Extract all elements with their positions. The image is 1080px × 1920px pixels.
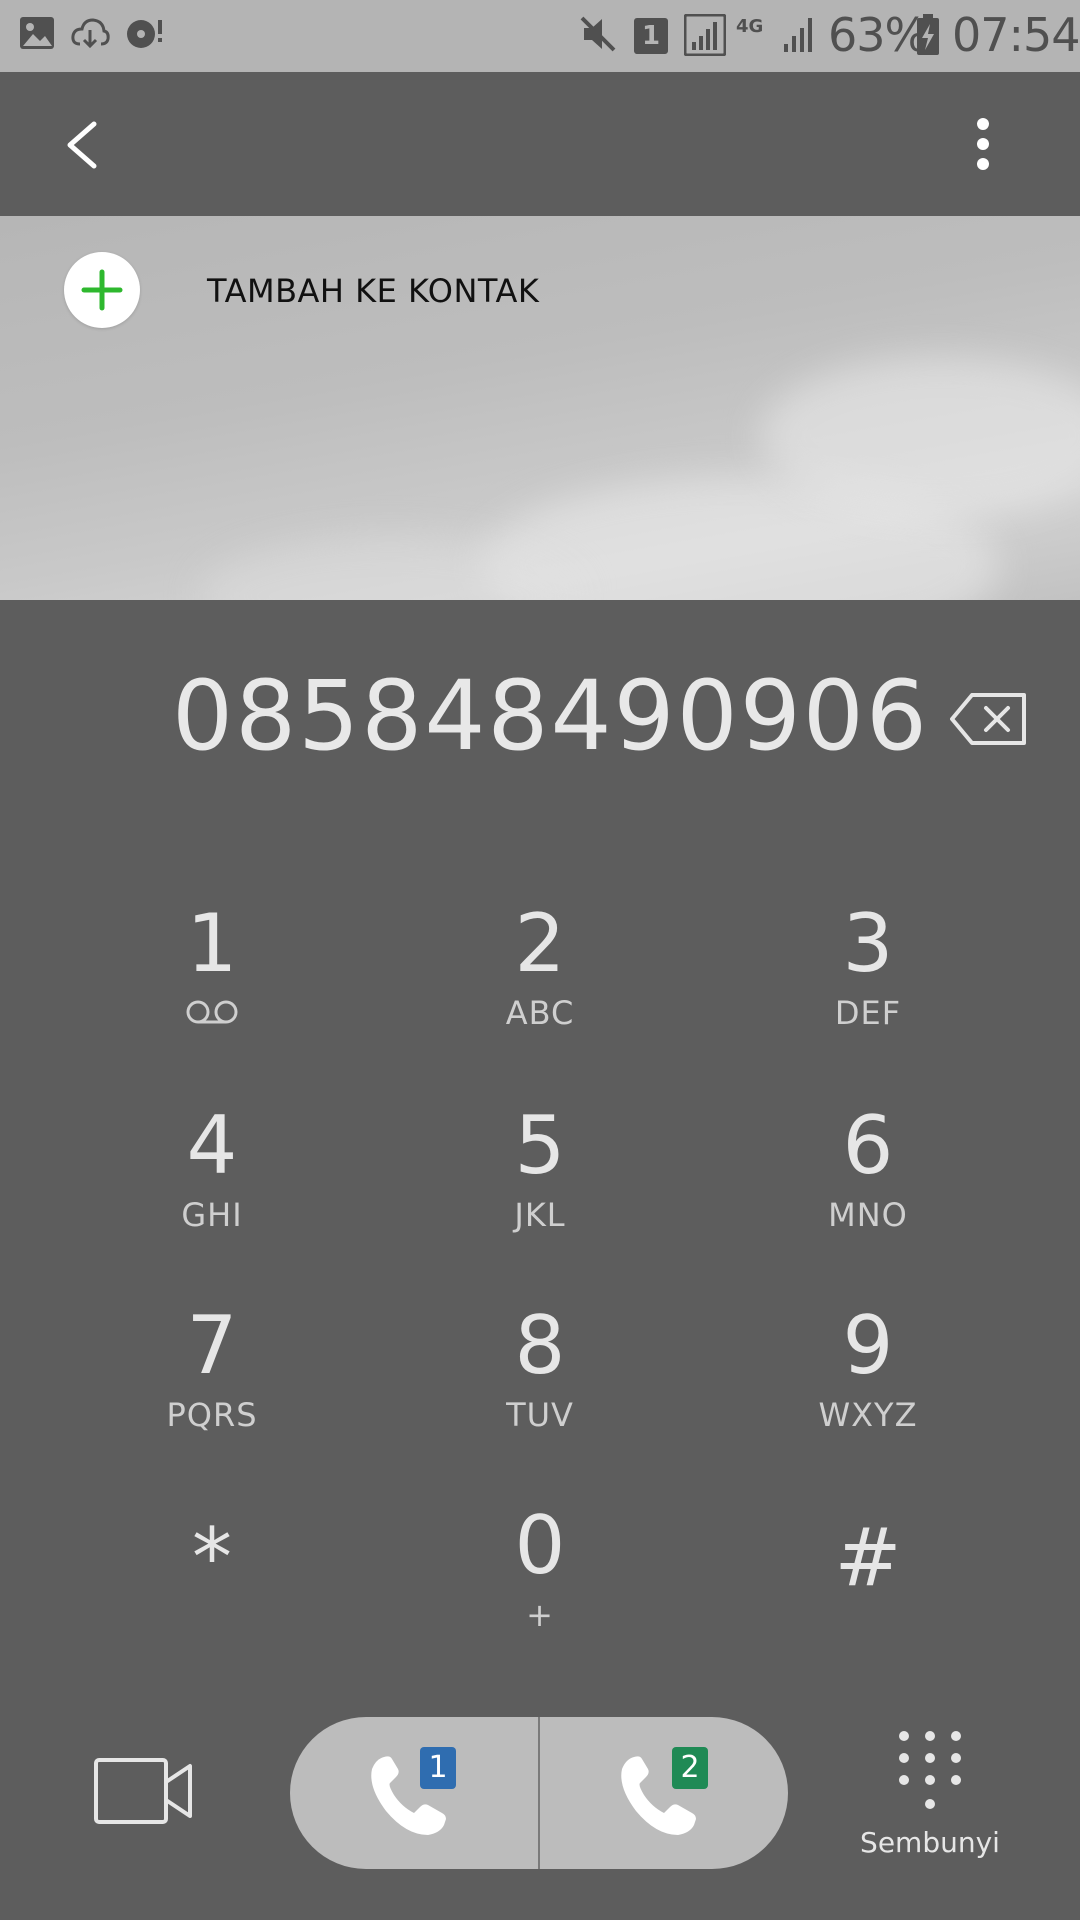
gallery-icon	[18, 14, 56, 56]
sim2-badge: 2	[672, 1747, 708, 1789]
toolbar	[0, 72, 1080, 216]
key-digit: #	[834, 1511, 902, 1604]
key-digit: 2	[514, 897, 566, 990]
key-9[interactable]: 9 WXYZ	[718, 1298, 1018, 1488]
key-1[interactable]: 1	[62, 896, 362, 1086]
key-0[interactable]: 0 +	[390, 1498, 690, 1688]
battery-percent: 63%	[828, 8, 928, 62]
cloud-sync-icon	[70, 14, 110, 56]
key-letters: MNO	[828, 1196, 908, 1234]
sim1-badge: 1	[420, 1747, 456, 1789]
backspace-button[interactable]	[948, 690, 1030, 748]
keypad: 1 2 ABC 3 DEF 4 GHI 5 JKL 6 MNO 7 PQRS 8…	[0, 870, 1080, 1680]
key-digit: 4	[186, 1099, 238, 1192]
mute-icon	[578, 14, 618, 58]
dialpad-icon	[899, 1731, 961, 1809]
key-digit: *	[192, 1511, 232, 1604]
key-digit: 1	[186, 897, 238, 990]
sim-icon: 1	[634, 18, 668, 54]
dialed-number[interactable]: 085848490906	[172, 660, 927, 772]
key-7[interactable]: 7 PQRS	[62, 1298, 362, 1488]
key-letters: TUV	[506, 1396, 574, 1434]
key-digit: 9	[842, 1299, 894, 1392]
add-to-contacts-label: TAMBAH KE KONTAK	[207, 272, 540, 310]
back-button[interactable]	[50, 110, 120, 180]
call-sim1-button[interactable]: 1	[290, 1717, 538, 1869]
add-to-contacts-button[interactable]: TAMBAH KE KONTAK	[0, 216, 1080, 366]
media-icon	[124, 14, 166, 56]
hide-label: Sembunyi	[860, 1826, 1000, 1859]
hide-keypad-button[interactable]: Sembunyi	[860, 1728, 1000, 1878]
key-2[interactable]: 2 ABC	[390, 896, 690, 1086]
chevron-left-icon	[67, 121, 97, 169]
bottom-action-bar: 1 2 Sembunyi	[0, 1690, 1080, 1920]
more-vertical-icon	[977, 118, 989, 170]
voicemail-icon	[186, 1000, 238, 1024]
key-digit: 3	[842, 897, 894, 990]
key-letters: PQRS	[166, 1396, 258, 1434]
key-letters: GHI	[181, 1196, 243, 1234]
key-digit: 8	[514, 1299, 566, 1392]
key-digit: 5	[514, 1099, 566, 1192]
key-8[interactable]: 8 TUV	[390, 1298, 690, 1488]
key-star[interactable]: *	[62, 1510, 362, 1700]
key-letters: ABC	[505, 994, 575, 1032]
key-hash[interactable]: #	[718, 1510, 1018, 1700]
video-call-button[interactable]	[92, 1754, 196, 1830]
signal-icon	[782, 14, 816, 58]
call-button-group: 1 2	[290, 1717, 788, 1869]
backspace-icon	[950, 693, 1026, 745]
status-bar: 1 4G 63% 07:54	[0, 0, 1080, 72]
key-letters: DEF	[834, 994, 902, 1032]
call-sim2-button[interactable]: 2	[540, 1717, 788, 1869]
key-letters: JKL	[514, 1196, 566, 1234]
plus-icon	[81, 269, 123, 311]
video-camera-icon	[94, 1758, 192, 1824]
more-options-button[interactable]	[950, 110, 1020, 180]
signal-icon	[683, 13, 727, 60]
contact-header: TAMBAH KE KONTAK	[0, 216, 1080, 600]
data-4g-icon: 4G	[736, 16, 764, 37]
add-contact-circle	[64, 252, 140, 328]
key-digit: 6	[842, 1099, 894, 1192]
battery-charging-icon	[916, 14, 940, 60]
key-digit: 0	[514, 1499, 566, 1592]
key-3[interactable]: 3 DEF	[718, 896, 1018, 1086]
key-6[interactable]: 6 MNO	[718, 1098, 1018, 1288]
clock: 07:54	[952, 8, 1080, 62]
dialer-screen: 1 4G 63% 07:54 TAMBAH KE KONTAK 08584849…	[0, 0, 1080, 1920]
key-5[interactable]: 5 JKL	[390, 1098, 690, 1288]
key-letters: +	[526, 1596, 554, 1634]
key-digit: 7	[186, 1299, 238, 1392]
key-4[interactable]: 4 GHI	[62, 1098, 362, 1288]
key-letters: WXYZ	[818, 1396, 918, 1434]
number-display-row: 085848490906	[0, 600, 1080, 800]
